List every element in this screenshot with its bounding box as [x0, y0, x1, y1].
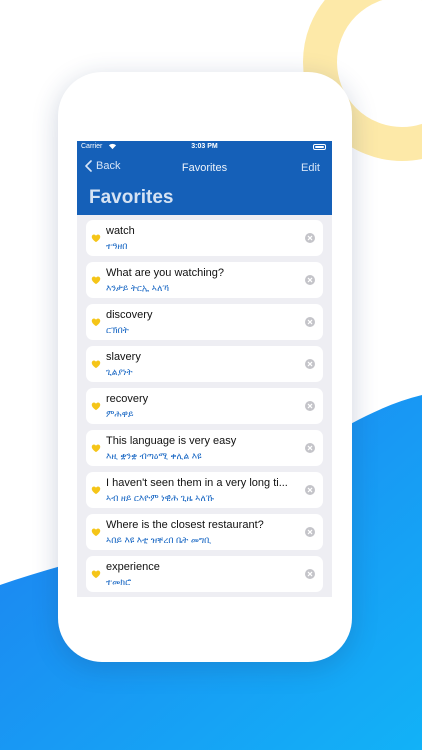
favorite-translation: ኣብ ዘይ ርእዮም ነዊሕ ጊዜ ኣለኹ	[106, 493, 214, 503]
favorite-translation: ተዓዘበ	[106, 241, 128, 251]
favorite-word: I haven't seen them in a very long ti...	[106, 477, 288, 489]
list-item[interactable]: Where is the closest restaurant? ኣበይ እዩ …	[86, 514, 323, 550]
favorite-word: experience	[106, 561, 160, 573]
remove-icon[interactable]	[305, 359, 315, 369]
remove-icon[interactable]	[305, 275, 315, 285]
app-screen: Carrier 3:03 PM Back Favorites Edit Favo…	[77, 141, 332, 597]
heart-icon	[91, 402, 101, 411]
favorite-translation: ተመክሮ	[106, 577, 132, 587]
remove-icon[interactable]	[305, 317, 315, 327]
status-time: 3:03 PM	[191, 143, 218, 150]
heart-icon	[91, 234, 101, 243]
remove-icon[interactable]	[305, 569, 315, 579]
heart-icon	[91, 318, 101, 327]
favorite-translation: ምሕዋይ	[106, 409, 134, 419]
navigation-bar: Back Favorites Edit Favorites	[77, 153, 332, 215]
edit-button[interactable]: Edit	[301, 162, 320, 174]
heart-icon	[91, 444, 101, 453]
list-item[interactable]: slavery ጊልያነት	[86, 346, 323, 382]
favorite-word: slavery	[106, 351, 141, 363]
favorite-word: Where is the closest restaurant?	[106, 519, 264, 531]
favorite-translation: ጊልያነት	[106, 367, 133, 377]
heart-icon	[91, 486, 101, 495]
favorite-word: What are you watching?	[106, 267, 225, 279]
list-item[interactable]: I haven't seen them in a very long ti...…	[86, 472, 323, 508]
heart-icon	[91, 360, 101, 369]
favorite-translation: ኣበይ እዩ እቲ ዝቐረበ ቤት መግቢ	[106, 535, 212, 545]
list-item[interactable]: watch ተዓዘበ	[86, 220, 323, 256]
nav-title: Favorites	[181, 162, 228, 174]
favorite-word: This language is very easy	[106, 435, 237, 447]
favorite-word: watch	[106, 225, 135, 237]
status-bar: Carrier 3:03 PM	[77, 141, 332, 153]
remove-icon[interactable]	[305, 485, 315, 495]
favorite-translation: ርኽበት	[106, 325, 129, 335]
remove-icon[interactable]	[305, 527, 315, 537]
favorite-translation: እንታይ ትርኢ ኣለኻ	[106, 283, 170, 293]
list-item[interactable]: This language is very easy እዚ ቋንቋ ብጣዕሚ ቀ…	[86, 430, 323, 466]
list-item[interactable]: discovery ርኽበት	[86, 304, 323, 340]
favorite-translation: እዚ ቋንቋ ብጣዕሚ ቀሊል እዩ	[106, 451, 202, 461]
favorite-word: discovery	[106, 309, 153, 321]
list-item[interactable]: recovery ምሕዋይ	[86, 388, 323, 424]
battery-icon	[313, 144, 326, 150]
remove-icon[interactable]	[305, 401, 315, 411]
heart-icon	[91, 276, 101, 285]
page-title: Favorites	[89, 187, 174, 208]
heart-icon	[91, 570, 101, 579]
favorite-word: recovery	[106, 393, 149, 405]
heart-icon	[91, 528, 101, 537]
remove-icon[interactable]	[305, 443, 315, 453]
list-item[interactable]: What are you watching? እንታይ ትርኢ ኣለኻ	[86, 262, 323, 298]
list-item[interactable]: experience ተመክሮ	[86, 556, 323, 592]
remove-icon[interactable]	[305, 233, 315, 243]
